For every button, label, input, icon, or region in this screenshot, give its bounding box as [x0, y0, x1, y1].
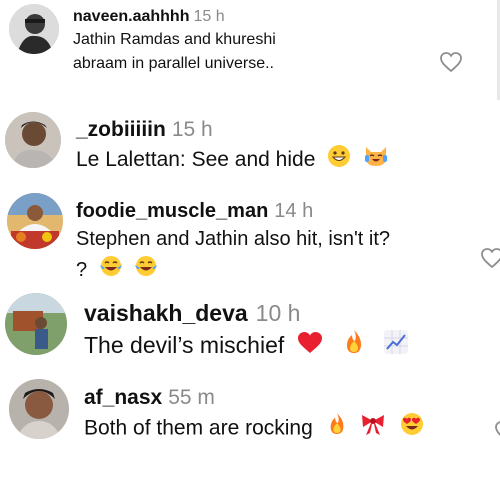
- timestamp: 14 h: [274, 200, 314, 222]
- avatar[interactable]: [9, 379, 69, 439]
- heart-outline-icon[interactable]: [480, 247, 500, 269]
- joy-cat-emoji: [363, 144, 389, 177]
- username[interactable]: foodie_muscle_man: [76, 200, 268, 222]
- fire-emoji: [327, 412, 347, 446]
- comment-text: ?: [76, 258, 88, 281]
- comment-text: Both of them are rocking: [84, 416, 313, 440]
- red-heart-emoji: [297, 330, 323, 364]
- heart-outline-icon[interactable]: [439, 51, 463, 73]
- timestamp: 15 h: [193, 8, 225, 25]
- avatar[interactable]: [7, 193, 63, 249]
- comment-text: abraam in parallel universe..: [73, 55, 274, 72]
- username[interactable]: vaishakh_deva: [84, 300, 248, 326]
- avatar[interactable]: [9, 4, 59, 54]
- chart-increasing-emoji: [383, 329, 409, 364]
- tears-of-joy-emoji: [99, 254, 123, 287]
- avatar[interactable]: [5, 112, 61, 168]
- comment-item: _zobiiiiin 15 h Le Lalettan: See and hide: [0, 108, 500, 188]
- comment-item: foodie_muscle_man 14 h Stephen and Jathin…: [0, 188, 500, 286]
- username[interactable]: af_nasx: [84, 386, 162, 409]
- avatar[interactable]: [5, 293, 67, 355]
- heart-eyes-emoji: [400, 412, 424, 446]
- comment-text: Stephen and Jathin also hit, isn't it?: [76, 228, 391, 250]
- grinning-face-emoji: [327, 144, 351, 177]
- comment-text: The devil’s mischief: [84, 332, 285, 358]
- comment-text: Jathin Ramdas and khureshi: [73, 31, 276, 48]
- heart-outline-icon[interactable]: [494, 420, 500, 440]
- comment-item: af_nasx 55 m Both of them are rocking: [0, 376, 500, 456]
- username[interactable]: _zobiiiiin: [76, 118, 166, 141]
- username[interactable]: naveen.aahhhh: [73, 8, 189, 25]
- timestamp: 10 h: [255, 300, 301, 326]
- timestamp: 55 m: [168, 386, 215, 409]
- comment-text: Le Lalettan: See and hide: [76, 148, 316, 172]
- comment-item: naveen.aahhhh 15 h Jathin Ramdas and khur…: [0, 0, 500, 100]
- fire-emoji: [343, 329, 365, 364]
- ribbon-emoji: [360, 412, 386, 446]
- timestamp: 15 h: [171, 118, 213, 141]
- comment-item: vaishakh_deva 10 h The devil’s mischief: [0, 288, 500, 374]
- tears-of-joy-emoji: [134, 254, 158, 287]
